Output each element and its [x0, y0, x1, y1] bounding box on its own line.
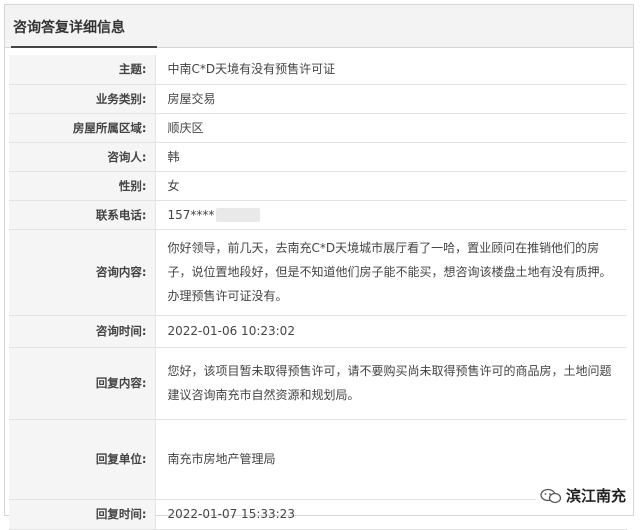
phone-number: 157**** [167, 207, 215, 222]
table-row: 回复单位: 南充市房地产管理局 [9, 419, 627, 500]
row-label: 咨询人: [9, 142, 156, 172]
info-table: 主题: 中南C*D天境有没有预售许可证 业务类别: 房屋交易 房屋所属区域: 顺… [9, 55, 627, 530]
table-row: 回复内容: 您好，该项目暂未取得预售许可，请不要购买尚未取得预售许可的商品房，土… [9, 347, 627, 420]
table-row: 回复时间: 2022-01-07 15:33:23 [9, 499, 627, 530]
table-row: 咨询时间: 2022-01-06 10:23:02 [9, 315, 627, 348]
row-label: 回复内容: [9, 347, 156, 420]
phone-cell: 157**** [155, 200, 627, 230]
panel-header: 咨询答复详细信息 [5, 5, 633, 48]
row-value: 2022-01-06 10:23:02 [155, 315, 627, 348]
table-row: 咨询人: 韩 [9, 142, 627, 172]
table-row: 联系电话: 157**** [9, 200, 627, 230]
table-row: 业务类别: 房屋交易 [9, 84, 627, 114]
row-label: 联系电话: [9, 200, 156, 230]
row-value: 韩 [155, 142, 627, 172]
row-value: 中南C*D天境有没有预售许可证 [155, 55, 627, 85]
title-underline [11, 46, 157, 48]
row-label: 回复时间: [9, 499, 156, 530]
row-label: 咨询内容: [9, 229, 156, 316]
row-label: 性别: [9, 171, 156, 201]
table-row: 咨询内容: 你好领导，前几天，去南充C*D天境城市展厅看了一哈，置业顾问在推销他… [9, 229, 627, 316]
row-value: 您好，该项目暂未取得预售许可，请不要购买尚未取得预售许可的商品房，土地问题建议咨… [155, 347, 627, 420]
row-label: 咨询时间: [9, 315, 156, 348]
row-value: 房屋交易 [155, 84, 627, 114]
row-label: 主题: [9, 55, 156, 85]
row-value: 顺庆区 [155, 113, 627, 143]
row-label: 业务类别: [9, 84, 156, 114]
row-value: 你好领导，前几天，去南充C*D天境城市展厅看了一哈，置业顾问在推销他们的房子，说… [155, 229, 627, 316]
wechat-icon [540, 488, 562, 503]
table-row: 房屋所属区域: 顺庆区 [9, 113, 627, 143]
table-row: 性别: 女 [9, 171, 627, 201]
detail-panel: 咨询答复详细信息 主题: 中南C*D天境有没有预售许可证 业务类别: 房屋交易 … [4, 4, 634, 530]
panel-title: 咨询答复详细信息 [13, 20, 125, 36]
watermark-text: 滨江南充 [565, 487, 626, 505]
row-label: 房屋所属区域: [9, 113, 156, 143]
phone-redaction [216, 208, 261, 222]
watermark: 滨江南充 [535, 483, 630, 508]
row-label: 回复单位: [9, 419, 156, 500]
row-value: 女 [155, 171, 627, 201]
table-row: 主题: 中南C*D天境有没有预售许可证 [9, 55, 627, 85]
